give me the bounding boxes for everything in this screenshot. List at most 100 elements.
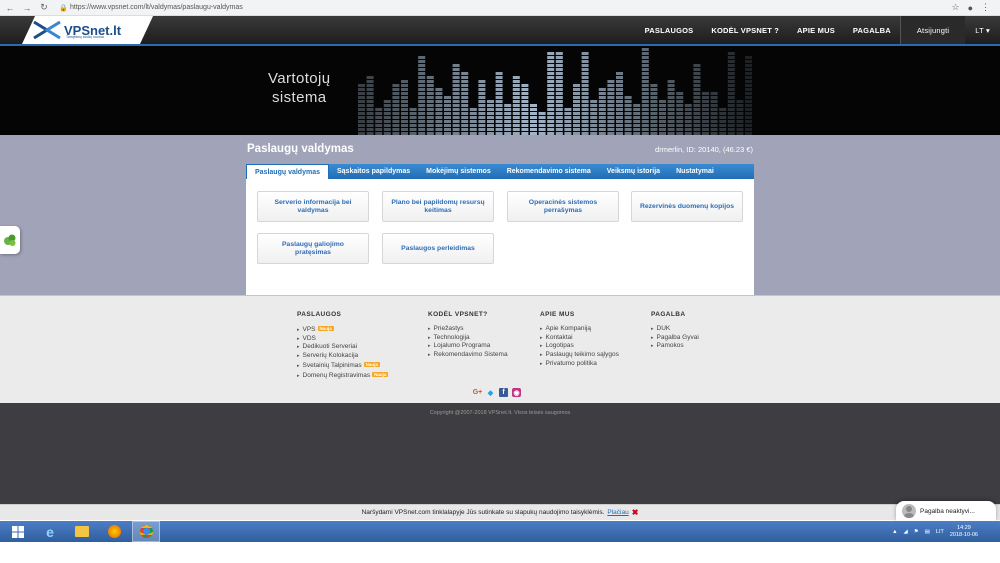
footer-link-logo[interactable]: Logotipas <box>540 342 619 351</box>
banner-bar-segment <box>409 108 417 111</box>
reload-icon[interactable]: ↻ <box>37 1 51 15</box>
plan-change-button[interactable]: Plano bei papildomų resursų keitimas <box>382 191 494 222</box>
language-selector[interactable]: LT ▾ <box>965 16 1000 44</box>
banner-bar-segment <box>401 80 408 83</box>
banner-bar-segment <box>504 116 512 119</box>
banner-bar-segment <box>641 80 649 83</box>
nav-item-pagalba[interactable]: PAGALBA <box>844 16 900 44</box>
banner-bar-segment <box>659 100 666 103</box>
banner-bar-segment <box>478 92 486 95</box>
banner-bar-segment <box>461 104 469 107</box>
banner-bar-segment <box>530 128 537 131</box>
footer-link-domains[interactable]: Domenų RegistravimasNauja <box>297 371 389 381</box>
input-language[interactable]: LIT <box>936 529 944 535</box>
facebook-icon[interactable]: f <box>499 388 508 397</box>
footer-col-pagalba: PAGALBA DUK Pagalba Gyvai Pamokos <box>651 311 699 351</box>
footer-link-dedicated[interactable]: Dedikuoti Serveriai <box>297 343 388 352</box>
logout-button[interactable]: Atsijungti <box>899 16 966 44</box>
tab-mokejimu-sistemos[interactable]: Mokėjimų sistemos <box>418 164 499 179</box>
nav-item-paslaugos[interactable]: PASLAUGOS <box>636 16 703 44</box>
banner-bar-segment <box>495 92 503 95</box>
banner-bar-segment <box>478 88 486 91</box>
footer-link-vps[interactable]: VPSNauja <box>297 325 388 335</box>
banner-bar-segment <box>504 120 512 123</box>
cookie-more-link[interactable]: Plačiau <box>607 509 628 516</box>
banner-bar-segment <box>409 112 417 115</box>
logo-subtitle: Tarnybinių stočių nuoma <box>66 35 104 39</box>
banner-bar-segment <box>461 84 469 87</box>
footer-link-hosting[interactable]: Svetainių TalpinimasNauja <box>297 361 388 371</box>
chat-widget[interactable]: Pagalba neaktyvi... <box>896 501 996 521</box>
tray-arrow-icon[interactable]: ▲ <box>892 529 897 535</box>
logo[interactable]: VPSnet.lt Tarnybinių stočių nuoma <box>32 18 121 42</box>
banner-bar-segment <box>719 116 727 119</box>
cookie-close-icon[interactable]: ✖ <box>632 508 639 517</box>
back-icon[interactable]: ← <box>3 1 17 15</box>
banner-bar-segment <box>418 56 426 59</box>
bookmark-star-icon[interactable]: ☆ <box>951 2 959 13</box>
forward-icon[interactable]: → <box>20 1 34 15</box>
banner-bar-segment <box>538 120 546 123</box>
nav-item-kodel[interactable]: KODĖL VPSNET ? <box>702 16 788 44</box>
banner-bar-segment <box>598 100 606 103</box>
footer-link-technology[interactable]: Technologija <box>428 334 508 343</box>
profile-icon[interactable]: ● <box>968 3 973 13</box>
taskbar-firefox[interactable] <box>100 521 128 542</box>
address-bar[interactable]: 🔒 https://www.vpsnet.com/lt/valdymas/pas… <box>59 2 243 14</box>
twitter-icon[interactable]: ◆ <box>486 388 495 397</box>
banner-bar-segment <box>555 88 563 91</box>
footer-link-privacy[interactable]: Privatumo politika <box>540 360 619 369</box>
side-widget[interactable] <box>0 226 20 254</box>
banner-bar-segment <box>727 104 735 107</box>
os-reinstall-button[interactable]: Operacinės sistemos perrašymas <box>507 191 619 222</box>
footer-link-tutorials[interactable]: Pamokos <box>651 342 699 351</box>
clock[interactable]: 14:29 2018-10-06 <box>950 525 978 538</box>
google-plus-icon[interactable]: G+ <box>473 388 483 397</box>
banner-bar-segment <box>452 92 460 95</box>
banner-bar-segment <box>392 128 400 131</box>
footer-link-vds[interactable]: VDS <box>297 335 388 344</box>
footer-link-contacts[interactable]: Kontaktai <box>540 334 619 343</box>
nav-item-apie[interactable]: APIE MUS <box>788 16 844 44</box>
banner-bar-segment <box>392 116 400 119</box>
footer-link-faq[interactable]: DUK <box>651 325 699 334</box>
footer-link-reasons[interactable]: Priežastys <box>428 325 508 334</box>
start-button[interactable] <box>4 521 32 542</box>
banner-bar-segment <box>366 96 374 99</box>
banner-bar-segment <box>538 112 546 115</box>
footer-link-colocation[interactable]: Serverių Kolokacija <box>297 352 388 361</box>
backups-button[interactable]: Rezervinės duomenų kopijos <box>631 191 743 222</box>
main-nav: PASLAUGOS KODĖL VPSNET ? APIE MUS PAGALB… <box>636 16 1000 44</box>
banner-bar-segment <box>607 104 615 107</box>
footer-link-terms[interactable]: Paslaugų teikimo sąlygos <box>540 351 619 360</box>
banner-bar-segment <box>659 108 666 111</box>
tab-saskaitos-papildymas[interactable]: Sąskaitos papildymas <box>329 164 418 179</box>
renewal-button[interactable]: Paslaugų galiojimo pratęsimas <box>257 233 369 264</box>
transfer-button[interactable]: Paslaugos perleidimas <box>382 233 494 264</box>
flag-icon[interactable]: ⚑ <box>914 529 919 535</box>
tab-veiksmu-istorija[interactable]: Veiksmų istorija <box>599 164 668 179</box>
taskbar-ie[interactable]: e <box>36 521 64 542</box>
taskbar-chrome[interactable] <box>132 521 160 542</box>
menu-dots-icon[interactable]: ⋮ <box>981 2 990 13</box>
volume-icon[interactable]: ◢ <box>904 529 908 535</box>
banner-bar-segment <box>641 104 649 107</box>
banner-bar-segment <box>444 108 451 111</box>
tab-rekomendavimo-sistema[interactable]: Rekomendavimo sistema <box>499 164 599 179</box>
footer-link-loyalty[interactable]: Lojalumo Programa <box>428 342 508 351</box>
network-icon[interactable]: ▤ <box>925 529 930 535</box>
banner-bar-segment <box>624 128 632 131</box>
banner-bar-segment <box>375 116 383 119</box>
banner-bar-segment <box>512 92 520 95</box>
tab-paslaugu-valdymas[interactable]: Paslaugų valdymas <box>246 164 329 179</box>
tab-nustatymai[interactable]: Nustatymai <box>668 164 722 179</box>
instagram-icon[interactable]: ◉ <box>512 388 521 397</box>
banner-bar-segment <box>452 120 460 123</box>
server-info-button[interactable]: Serverio informacija bei valdymas <box>257 191 369 222</box>
address-text: https://www.vpsnet.com/lt/valdymas/pasla… <box>70 4 243 11</box>
footer-link-live-help[interactable]: Pagalba Gyvai <box>651 334 699 343</box>
footer-link-referral[interactable]: Rekomendavimo Sistema <box>428 351 508 360</box>
footer-link-about[interactable]: Apie Kompaniją <box>540 325 619 334</box>
taskbar-explorer[interactable] <box>68 521 96 542</box>
banner-bar-segment <box>418 124 426 127</box>
